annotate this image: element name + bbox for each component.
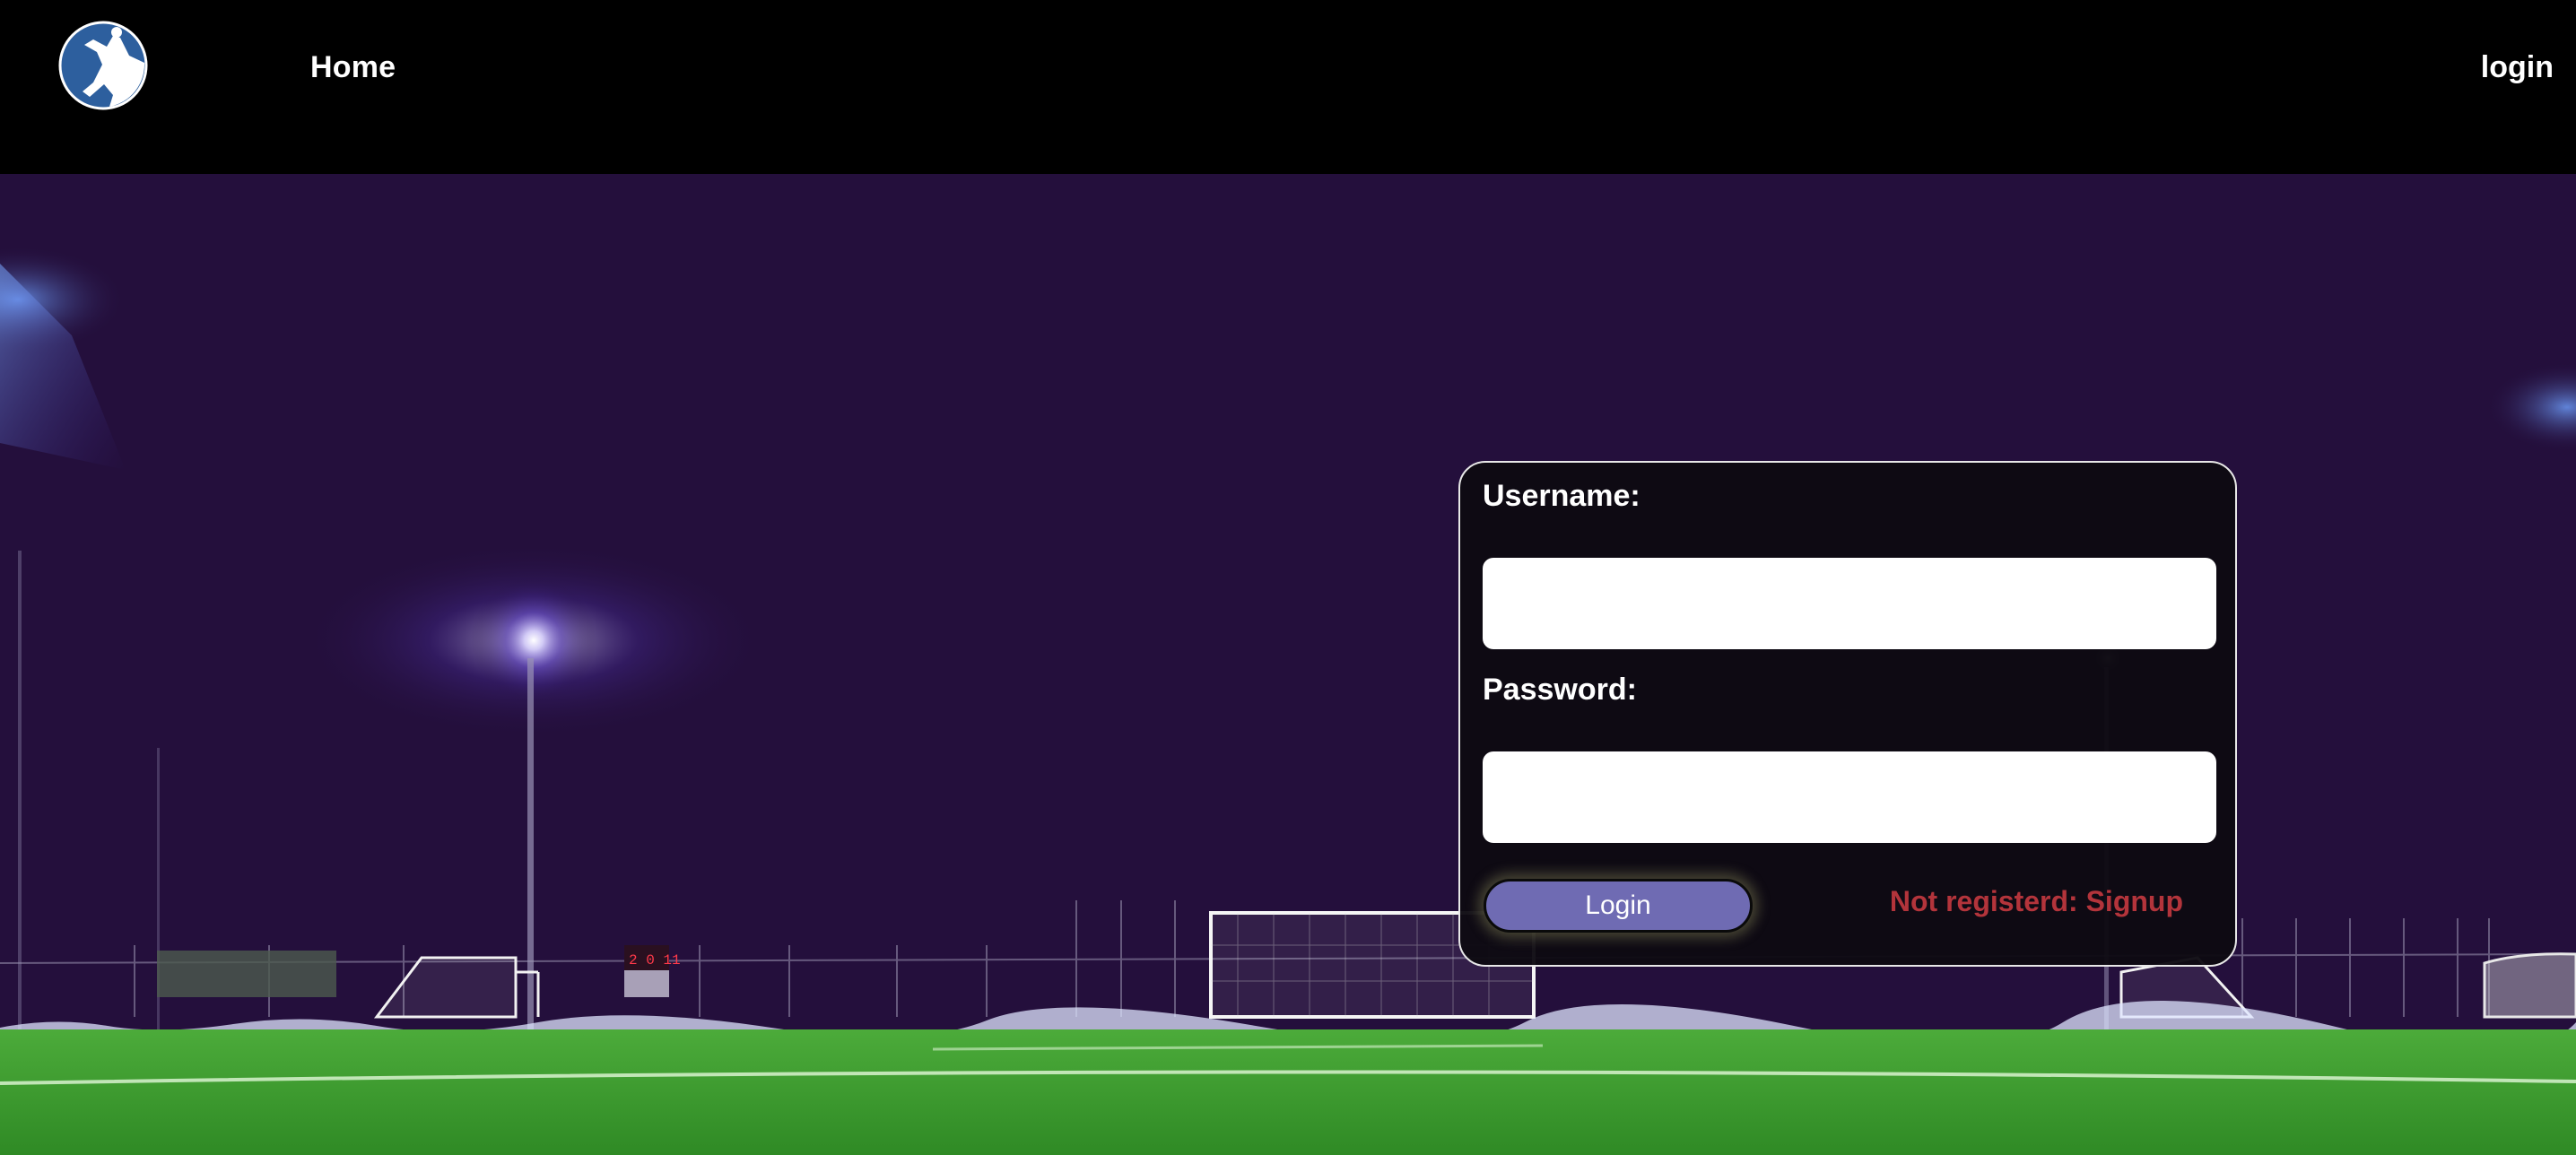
nav-login-link[interactable]: login xyxy=(2481,50,2554,85)
svg-text:2 0 11: 2 0 11 xyxy=(629,952,681,968)
password-input[interactable] xyxy=(1483,751,2216,843)
soccer-player-logo-icon xyxy=(58,21,148,110)
nav-home-link[interactable]: Home xyxy=(310,50,396,85)
top-navbar: Home login xyxy=(0,0,2576,174)
login-button[interactable]: Login xyxy=(1484,879,1753,933)
username-label: Username: xyxy=(1483,479,1640,513)
site-logo[interactable] xyxy=(57,20,149,111)
signup-link[interactable]: Not registerd: Signup xyxy=(1890,885,2183,918)
username-input[interactable] xyxy=(1483,558,2216,649)
login-form: Username: Password: Login Not registerd:… xyxy=(1458,461,2237,967)
password-label: Password: xyxy=(1483,673,1637,707)
